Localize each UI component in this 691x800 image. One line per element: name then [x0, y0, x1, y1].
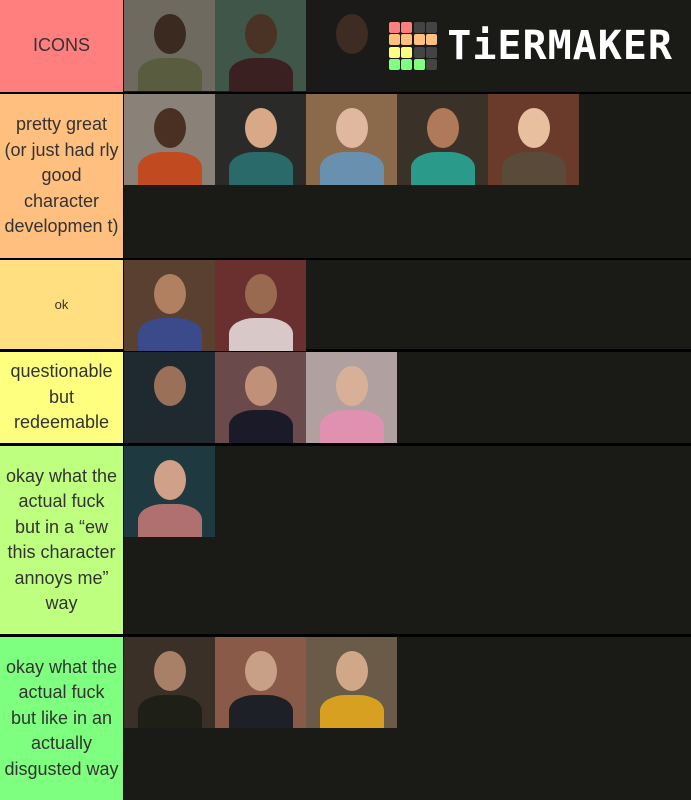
character-body: [320, 152, 384, 185]
character-thumbnail[interactable]: [215, 352, 306, 443]
character-face: [427, 108, 459, 148]
tier-items[interactable]: [124, 94, 691, 258]
logo-grid-cell: [413, 34, 425, 46]
tier-label[interactable]: ok: [0, 260, 124, 349]
character-body: [320, 58, 384, 91]
character-thumbnail[interactable]: [397, 94, 488, 185]
logo-grid-cell: [413, 46, 425, 58]
character-body: [138, 318, 202, 351]
character-thumbnail[interactable]: [488, 94, 579, 185]
logo-grid-cell: [388, 59, 400, 71]
tier-list-board: ICONS pretty great (or just had rly good…: [0, 0, 691, 800]
tier-items[interactable]: [124, 446, 691, 634]
tier-label[interactable]: ICONS: [0, 0, 124, 92]
character-face: [336, 14, 368, 54]
tier-label[interactable]: pretty great (or just had rly good chara…: [0, 94, 124, 258]
character-thumbnail[interactable]: [215, 94, 306, 185]
character-face: [154, 651, 186, 691]
character-body: [229, 58, 293, 91]
tier-items[interactable]: [124, 637, 691, 800]
logo-grid-cell: [388, 21, 400, 33]
tier-label[interactable]: okay what the actual fuck but in a “ew t…: [0, 446, 124, 634]
character-body: [229, 318, 293, 351]
logo-grid-cell: [388, 46, 400, 58]
character-body: [320, 410, 384, 443]
character-face: [245, 366, 277, 406]
tier-row-pretty-great: pretty great (or just had rly good chara…: [0, 94, 691, 258]
logo-grid-cell: [426, 21, 438, 33]
logo-grid-cell: [413, 59, 425, 71]
tier-row-annoying: okay what the actual fuck but in a “ew t…: [0, 446, 691, 634]
character-body: [229, 695, 293, 728]
character-face: [245, 274, 277, 314]
logo-grid-cell: [401, 46, 413, 58]
logo-grid-cell: [413, 21, 425, 33]
character-thumbnail[interactable]: [215, 260, 306, 351]
character-body: [229, 152, 293, 185]
tier-label[interactable]: okay what the actual fuck but like in an…: [0, 637, 124, 800]
character-body: [502, 152, 566, 185]
logo-grid-cell: [401, 21, 413, 33]
character-thumbnail[interactable]: [124, 260, 215, 351]
logo-grid-cell: [401, 34, 413, 46]
tier-items[interactable]: [124, 352, 691, 443]
character-body: [138, 410, 202, 443]
character-thumbnail[interactable]: [306, 352, 397, 443]
character-body: [138, 58, 202, 91]
character-face: [154, 366, 186, 406]
character-body: [138, 504, 202, 537]
character-face: [245, 651, 277, 691]
character-face: [336, 366, 368, 406]
character-body: [229, 410, 293, 443]
logo-grid-cell: [426, 46, 438, 58]
tier-items[interactable]: [124, 260, 691, 351]
character-thumbnail[interactable]: [124, 0, 215, 91]
character-face: [154, 460, 186, 500]
character-thumbnail[interactable]: [124, 446, 215, 537]
character-body: [411, 152, 475, 185]
tier-label[interactable]: questionable but redeemable: [0, 352, 124, 443]
character-face: [336, 108, 368, 148]
tiermaker-logo: TiERMAKER: [378, 20, 673, 72]
logo-text: TiERMAKER: [447, 23, 673, 69]
character-face: [245, 108, 277, 148]
character-body: [138, 695, 202, 728]
tier-row-disgusted: okay what the actual fuck but like in an…: [0, 637, 691, 800]
character-face: [245, 14, 277, 54]
logo-grid-icon: [388, 21, 438, 71]
tier-row-questionable: questionable but redeemable: [0, 352, 691, 443]
character-thumbnail[interactable]: [215, 637, 306, 728]
logo-grid-cell: [426, 34, 438, 46]
logo-grid-cell: [388, 34, 400, 46]
character-face: [154, 108, 186, 148]
character-thumbnail[interactable]: [124, 94, 215, 185]
logo-grid-cell: [426, 59, 438, 71]
character-thumbnail[interactable]: [306, 94, 397, 185]
character-thumbnail[interactable]: [215, 0, 306, 91]
character-body: [320, 695, 384, 728]
tier-row-ok: ok: [0, 260, 691, 351]
character-face: [518, 108, 550, 148]
character-thumbnail[interactable]: [124, 637, 215, 728]
character-thumbnail[interactable]: [306, 637, 397, 728]
logo-grid-cell: [401, 59, 413, 71]
character-thumbnail[interactable]: [124, 352, 215, 443]
character-face: [336, 651, 368, 691]
character-face: [154, 14, 186, 54]
character-body: [138, 152, 202, 185]
character-face: [154, 274, 186, 314]
